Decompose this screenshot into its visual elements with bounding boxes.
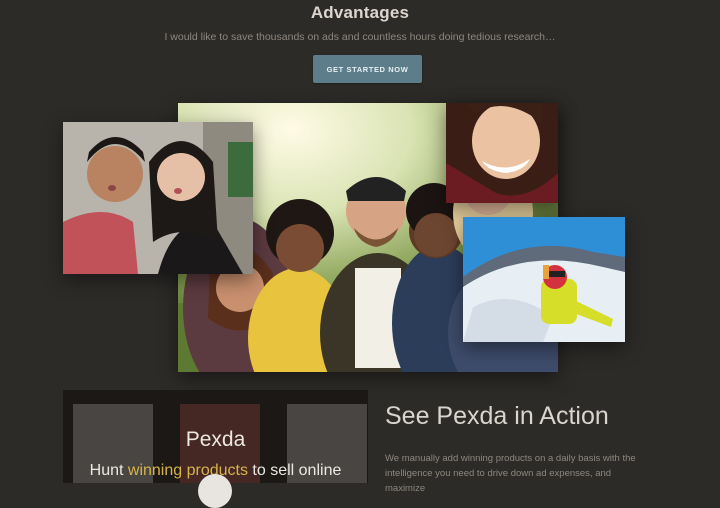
video-brand-title: Pexda — [185, 428, 246, 451]
tagline-highlight: winning products — [127, 462, 248, 479]
demo-video[interactable]: Pexda Hunt winning products to sell onli… — [63, 390, 368, 483]
action-title: See Pexda in Action — [385, 402, 609, 430]
tagline-suffix: to sell online — [247, 462, 342, 479]
couple-selfie-photo — [63, 122, 253, 274]
get-started-button[interactable]: GET STARTED NOW — [313, 55, 422, 83]
section-subtitle: I would like to save thousands on ads an… — [164, 31, 556, 43]
woman-smiling-photo — [446, 103, 558, 203]
action-body-text: We manually add winning products on a da… — [385, 453, 636, 494]
tagline-prefix: Hunt — [89, 462, 128, 479]
play-button[interactable] — [198, 474, 232, 508]
section-title: Advantages — [310, 3, 410, 22]
skier-selfie-photo — [463, 217, 625, 342]
